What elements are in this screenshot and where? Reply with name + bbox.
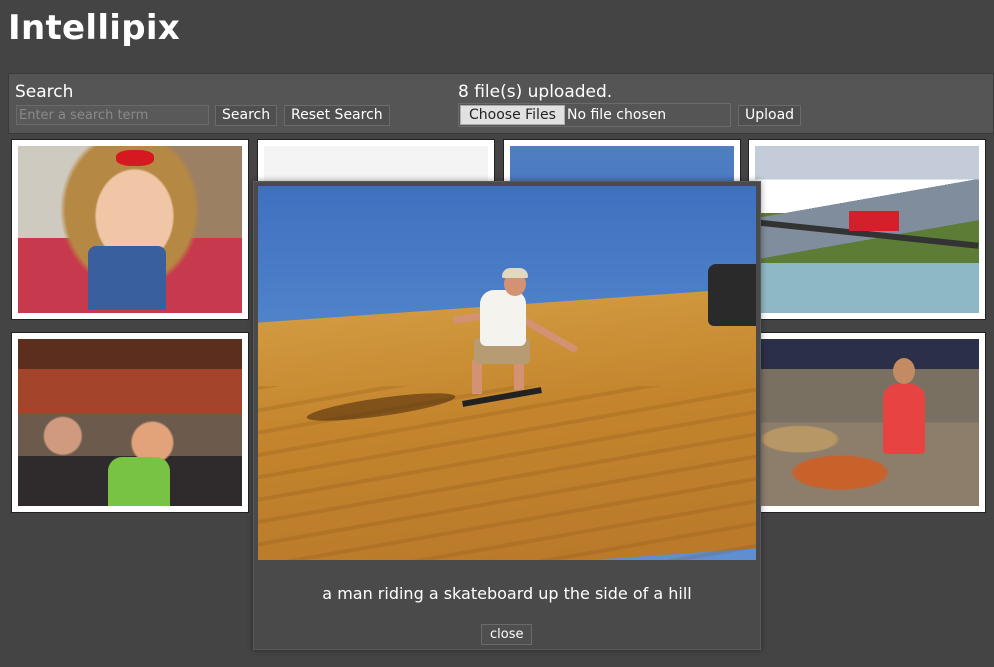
thumbnail-mountain-train[interactable] — [748, 139, 986, 320]
vendor-shape — [883, 358, 925, 454]
thumbnail-market[interactable] — [11, 332, 249, 513]
toolbar: Search Search Reset Search 8 file(s) upl… — [8, 73, 994, 134]
thumbnail-girl[interactable] — [11, 139, 249, 320]
man-leg — [472, 360, 482, 394]
choose-files-button[interactable]: Choose Files — [460, 105, 565, 125]
shirt-shape — [108, 457, 170, 506]
upload-status: 8 file(s) uploaded. — [458, 82, 613, 102]
bow-shape — [116, 150, 154, 166]
reset-search-button[interactable]: Reset Search — [284, 105, 390, 126]
lightbox: a man riding a skateboard up the side of… — [253, 181, 761, 650]
thumbnail-image — [755, 146, 979, 313]
image-caption: a man riding a skateboard up the side of… — [322, 584, 692, 603]
truck-shape — [708, 264, 756, 326]
overalls-shape — [88, 246, 166, 310]
no-file-chosen-text: No file chosen — [567, 107, 667, 123]
file-picker[interactable]: Choose Files No file chosen — [458, 103, 731, 127]
thumbnail-image — [18, 146, 242, 313]
close-button[interactable]: close — [481, 624, 533, 645]
search-button[interactable]: Search — [215, 105, 278, 126]
man-body — [480, 290, 526, 346]
thumbnail-image — [18, 339, 242, 506]
man-cap — [502, 268, 528, 278]
app-title: Intellipix — [8, 8, 181, 48]
thumbnail-image — [755, 339, 979, 506]
search-input[interactable] — [16, 105, 209, 125]
lightbox-photo — [258, 186, 756, 560]
thumbnail-food-market[interactable] — [748, 332, 986, 513]
train-shape — [849, 211, 899, 231]
upload-button[interactable]: Upload — [738, 105, 802, 126]
search-label: Search — [15, 82, 74, 102]
